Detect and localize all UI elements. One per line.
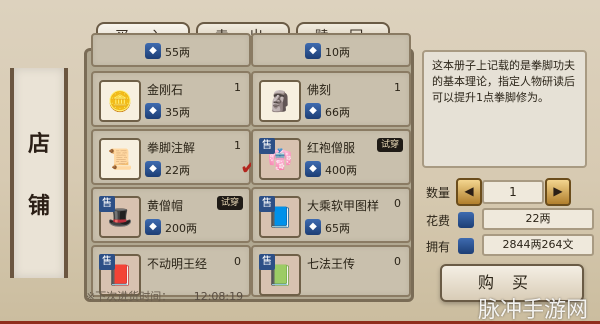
item-qty: 0 <box>394 197 401 210</box>
item-price: 66两 <box>325 106 350 119</box>
silver-icon <box>458 238 474 254</box>
shop-window: 店 铺 买 入 卖 出 赎 回 ◆ 55两 ◆ 10两 🪙 金刚石 1 ◆ 35… <box>0 0 600 323</box>
item-price: 400两 <box>325 164 357 177</box>
item-cell-foke[interactable]: 🗿 佛刻 1 ◆ 66两 <box>251 71 411 127</box>
item-cell-dacheng[interactable]: 📘 售 大乘软甲图样 0 ◆ 65两 <box>251 187 411 243</box>
item-price: 35两 <box>165 106 190 119</box>
silver-icon <box>458 212 474 228</box>
item-name: 不动明王经 <box>147 257 208 271</box>
silver-icon: ◆ <box>145 103 161 119</box>
item-price: 65两 <box>325 222 350 235</box>
sale-tag: 售 <box>99 254 115 270</box>
item-qty: 1 <box>234 139 241 152</box>
monk-robe-icon: 👘 售 <box>259 138 301 180</box>
shop-title-char-1: 店 <box>27 131 50 157</box>
item-cell-hongpao[interactable]: 👘 售 红袍僧服 试穿 ◆ 400两 <box>251 129 411 185</box>
quantity-increase-button[interactable]: ▶ <box>545 178 571 206</box>
silver-icon: ◆ <box>305 161 321 177</box>
item-name: 金刚石 <box>147 83 184 97</box>
shop-title-char-2: 铺 <box>27 193 50 219</box>
legend-book-icon: 📗 售 <box>259 254 301 296</box>
item-cell-qifawang[interactable]: 📗 售 七法王传 0 <box>251 245 411 297</box>
item-name: 七法王传 <box>307 257 356 271</box>
item-name: 拳脚注解 <box>147 141 196 155</box>
item-price: 22两 <box>165 164 190 177</box>
try-on-badge[interactable]: 试穿 <box>377 138 403 152</box>
item-price: 55两 <box>165 46 190 59</box>
item-name: 佛刻 <box>307 83 332 97</box>
restock-time: 12:08:19 <box>193 290 244 303</box>
item-description: 这本册子上记载的是拳脚功夫的基本理论，指定人物研读后可以提升1点拳脚修为。 <box>422 50 587 168</box>
quantity-input[interactable]: 1 <box>482 180 544 204</box>
buddha-statue-icon: 🗿 <box>259 80 301 122</box>
sale-tag: 售 <box>259 254 275 270</box>
item-name: 红袍僧服 <box>307 141 356 155</box>
item-qty: 1 <box>394 81 401 94</box>
scroll-book-icon: 📜 <box>99 138 141 180</box>
item-cell[interactable]: ◆ 10两 <box>251 33 411 67</box>
item-cell-jingangshi[interactable]: 🪙 金刚石 1 ◆ 35两 <box>91 71 251 127</box>
item-cell-huangsengmao[interactable]: 🎩 售 黄僧帽 试穿 ◆ 200两 <box>91 187 251 243</box>
silver-icon: ◆ <box>145 161 161 177</box>
item-price: 200两 <box>165 222 197 235</box>
item-price: 10两 <box>325 46 350 59</box>
cost-value: 22两 <box>482 208 594 230</box>
sale-tag: 售 <box>99 196 115 212</box>
quantity-decrease-button[interactable]: ◀ <box>456 178 482 206</box>
quantity-label: 数量 <box>426 186 451 200</box>
gold-ingot-icon: 🪙 <box>99 80 141 122</box>
silver-icon: ◆ <box>305 219 321 235</box>
monk-hat-icon: 🎩 售 <box>99 196 141 238</box>
restock-label: ※下次进货时间： <box>86 290 173 303</box>
item-qty: 1 <box>234 81 241 94</box>
item-qty: 0 <box>394 255 401 268</box>
shop-scroll-banner: 店 铺 <box>10 68 68 278</box>
item-name: 大乘软甲图样 <box>307 199 380 213</box>
items-grid[interactable]: ◆ 55两 ◆ 10两 🪙 金刚石 1 ◆ 35两 🗿 佛刻 1 ◆ 66两 📜… <box>84 33 414 302</box>
silver-icon: ◆ <box>145 219 161 235</box>
sale-tag: 售 <box>259 138 275 154</box>
owned-label: 拥有 <box>426 240 451 254</box>
item-cell[interactable]: ◆ 55两 <box>91 33 251 67</box>
try-on-badge[interactable]: 试穿 <box>217 196 243 210</box>
item-cell-quanjiao[interactable]: 📜 拳脚注解 1 ◆ 22两 ✔ <box>91 129 257 185</box>
restock-timer: ※下次进货时间： 12:08:19 <box>86 288 243 304</box>
sale-tag: 售 <box>259 196 275 212</box>
watermark-text: 脉冲手游网 <box>477 298 588 323</box>
silver-icon: ◆ <box>305 43 321 59</box>
armor-pattern-icon: 📘 售 <box>259 196 301 238</box>
silver-icon: ◆ <box>305 103 321 119</box>
item-name: 黄僧帽 <box>147 199 184 213</box>
item-qty: 0 <box>234 255 241 268</box>
cost-label: 花费 <box>426 214 451 228</box>
silver-icon: ◆ <box>145 43 161 59</box>
owned-value: 2844两264文 <box>482 234 594 256</box>
